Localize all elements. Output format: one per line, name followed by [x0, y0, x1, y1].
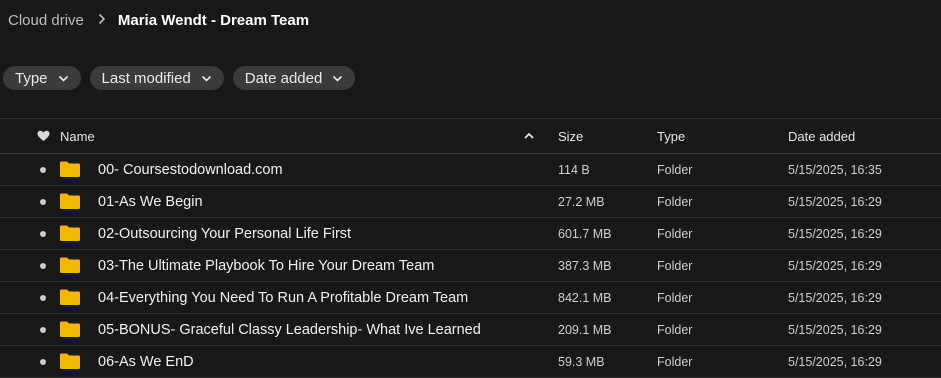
- column-header-type[interactable]: Type: [657, 129, 685, 144]
- filter-label: Last modified: [101, 69, 191, 87]
- row-type: Folder: [657, 194, 693, 209]
- favorite-dot[interactable]: [36, 163, 50, 177]
- row-name: 04-Everything You Need To Run A Profitab…: [98, 289, 469, 306]
- row-size: 387.3 MB: [558, 258, 612, 273]
- breadcrumb: Cloud drive Maria Wendt - Dream Team: [8, 8, 309, 32]
- row-size: 209.1 MB: [558, 322, 612, 337]
- folder-icon: [60, 161, 80, 177]
- column-header-name[interactable]: Name: [60, 129, 95, 144]
- row-size: 27.2 MB: [558, 194, 605, 209]
- filter-last-modified-button[interactable]: Last modified: [89, 66, 224, 90]
- breadcrumb-root-link[interactable]: Cloud drive: [8, 12, 84, 29]
- row-date-added: 5/15/2025, 16:29: [788, 226, 882, 241]
- favorite-dot[interactable]: [36, 355, 50, 369]
- row-date-added: 5/15/2025, 16:29: [788, 258, 882, 273]
- table-row[interactable]: 03-The Ultimate Playbook To Hire Your Dr…: [0, 250, 941, 282]
- row-name: 01-As We Begin: [98, 193, 203, 210]
- filter-label: Date added: [244, 69, 323, 87]
- table-row[interactable]: 04-Everything You Need To Run A Profitab…: [0, 282, 941, 314]
- column-header-size[interactable]: Size: [558, 129, 583, 144]
- row-name: 06-As We EnD: [98, 353, 194, 370]
- favorite-dot[interactable]: [36, 323, 50, 337]
- row-date-added: 5/15/2025, 16:35: [788, 162, 882, 177]
- chevron-down-icon: [332, 73, 343, 84]
- folder-icon: [60, 321, 80, 337]
- row-type: Folder: [657, 162, 693, 177]
- heart-icon[interactable]: [36, 129, 50, 143]
- row-name: 02-Outsourcing Your Personal Life First: [98, 225, 352, 242]
- row-type: Folder: [657, 354, 693, 369]
- favorite-dot[interactable]: [36, 195, 50, 209]
- column-header-date-added[interactable]: Date added: [788, 129, 855, 144]
- row-date-added: 5/15/2025, 16:29: [788, 322, 882, 337]
- row-type: Folder: [657, 290, 693, 305]
- table-row[interactable]: 05-BONUS- Graceful Classy Leadership- Wh…: [0, 314, 941, 346]
- favorite-dot[interactable]: [36, 227, 50, 241]
- folder-icon: [60, 289, 80, 305]
- row-size: 114 B: [558, 162, 590, 177]
- row-size: 59.3 MB: [558, 354, 605, 369]
- file-table: Name Size Type Date added 00- Coursestod…: [0, 118, 941, 378]
- row-size: 601.7 MB: [558, 226, 612, 241]
- table-row[interactable]: 02-Outsourcing Your Personal Life First …: [0, 218, 941, 250]
- row-name: 05-BONUS- Graceful Classy Leadership- Wh…: [98, 321, 481, 338]
- folder-icon: [60, 353, 80, 369]
- chevron-down-icon: [58, 73, 69, 84]
- row-size: 842.1 MB: [558, 290, 612, 305]
- folder-icon: [60, 225, 80, 241]
- table-row[interactable]: 00- Coursestodownload.com 114 B Folder 5…: [0, 154, 941, 186]
- table-row[interactable]: 01-As We Begin 27.2 MB Folder 5/15/2025,…: [0, 186, 941, 218]
- chevron-up-icon[interactable]: [523, 130, 535, 142]
- row-date-added: 5/15/2025, 16:29: [788, 354, 882, 369]
- row-type: Folder: [657, 226, 693, 241]
- row-name: 03-The Ultimate Playbook To Hire Your Dr…: [98, 257, 435, 274]
- filter-date-added-button[interactable]: Date added: [232, 66, 356, 90]
- row-date-added: 5/15/2025, 16:29: [788, 194, 882, 209]
- row-date-added: 5/15/2025, 16:29: [788, 290, 882, 305]
- filter-label: Type: [15, 69, 48, 87]
- filter-bar: Type Last modified Date added: [3, 66, 356, 90]
- chevron-down-icon: [201, 73, 212, 84]
- folder-icon: [60, 193, 80, 209]
- table-row[interactable]: 06-As We EnD 59.3 MB Folder 5/15/2025, 1…: [0, 346, 941, 378]
- chevron-right-icon: [98, 12, 106, 29]
- row-name: 00- Coursestodownload.com: [98, 161, 283, 178]
- breadcrumb-current: Maria Wendt - Dream Team: [117, 11, 310, 29]
- folder-icon: [60, 257, 80, 273]
- filter-type-button[interactable]: Type: [3, 66, 81, 90]
- favorite-dot[interactable]: [36, 259, 50, 273]
- favorite-dot[interactable]: [36, 291, 50, 305]
- row-type: Folder: [657, 258, 693, 273]
- table-header: Name Size Type Date added: [0, 118, 941, 154]
- row-type: Folder: [657, 322, 693, 337]
